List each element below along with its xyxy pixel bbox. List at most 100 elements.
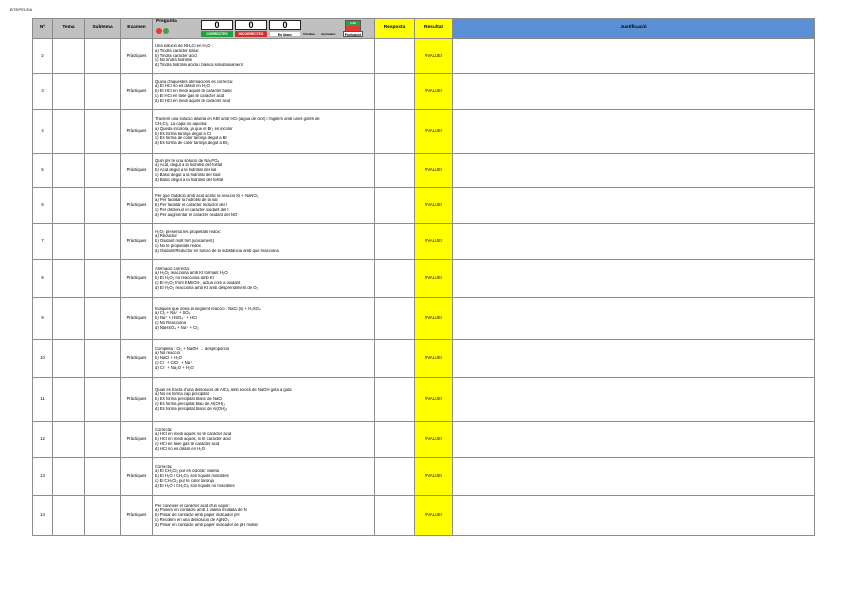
justification-cell[interactable] — [452, 223, 815, 260]
row-number: 8 — [32, 259, 53, 298]
sheet-label: BTEPELEA — [10, 7, 33, 12]
approved-label: Aprovades — [321, 32, 336, 36]
header-examen: Examen — [120, 18, 153, 39]
subtema-cell[interactable] — [84, 109, 121, 154]
result-cell: #VALUE! — [414, 187, 453, 224]
table-row: 14 Pràctiques Per conèixer el caràcter àci… — [32, 495, 815, 536]
subtema-cell[interactable] — [84, 223, 121, 260]
question-cell: Quina d'aquestes afirmacions és correcta… — [152, 73, 375, 110]
tema-cell[interactable] — [52, 457, 85, 496]
answer-input-cell[interactable] — [374, 377, 415, 422]
exam-cell: Pràctiques — [120, 109, 153, 154]
answer-option: d) El H₂O i CH₂Cl₂ són líquids no miscib… — [155, 483, 235, 488]
tema-cell[interactable] — [52, 259, 85, 298]
table-row: 3 Pràctiques Quina d'aquestes afirmacions … — [32, 73, 815, 110]
answer-input-cell[interactable] — [374, 187, 415, 224]
justification-cell[interactable] — [452, 38, 815, 74]
exam-cell: Pràctiques — [120, 73, 153, 110]
row-number: 14 — [32, 495, 53, 536]
justification-cell[interactable] — [452, 297, 815, 340]
table-row: 9 Pràctiques Indiques que dona la següent … — [32, 297, 815, 340]
tema-cell[interactable] — [52, 421, 85, 458]
answer-input-cell[interactable] — [374, 73, 415, 110]
header-justificacio: Justificació — [452, 18, 815, 39]
justification-cell[interactable] — [452, 339, 815, 378]
red-circle-icon[interactable] — [156, 28, 162, 34]
tema-cell[interactable] — [52, 73, 85, 110]
subtema-cell[interactable] — [84, 457, 121, 496]
answer-input-cell[interactable] — [374, 153, 415, 188]
tema-cell[interactable] — [52, 339, 85, 378]
justification-cell[interactable] — [452, 377, 815, 422]
tema-cell[interactable] — [52, 153, 85, 188]
result-cell: #VALUE! — [414, 259, 453, 298]
blank-label: En blanc — [269, 31, 301, 37]
subtema-cell[interactable] — [84, 153, 121, 188]
question-cell: Una solució de NH₄Cl en H₂O : a) Tindrà c… — [152, 38, 375, 74]
justification-cell[interactable] — [452, 495, 815, 536]
tema-cell[interactable] — [52, 495, 85, 536]
table-row: 4 Pràctiques Tractem una solució diluïda e… — [32, 109, 815, 154]
subtema-cell[interactable] — [84, 187, 121, 224]
subtema-cell[interactable] — [84, 259, 121, 298]
result-cell: #VALUE! — [414, 109, 453, 154]
incorrect-label: INCORRECTES — [235, 31, 267, 37]
header-pregunta: Pregunta 0 CORRECTES 0 INCORRECTES 0 En … — [152, 18, 375, 39]
result-cell: #VALUE! — [414, 495, 453, 536]
subtema-cell[interactable] — [84, 73, 121, 110]
justification-cell[interactable] — [452, 421, 815, 458]
answer-input-cell[interactable] — [374, 457, 415, 496]
tema-cell[interactable] — [52, 38, 85, 74]
result-cell: #VALUE! — [414, 421, 453, 458]
subtema-cell[interactable] — [84, 38, 121, 74]
row-number: 10 — [32, 339, 53, 378]
subtema-cell[interactable] — [84, 421, 121, 458]
answer-option: d) Es forma de color taronja degut a Br₂ — [155, 141, 229, 146]
question-cell: Per conèixer el caràcter àcid d'un vapor… — [152, 495, 375, 536]
subtema-cell[interactable] — [84, 377, 121, 422]
answer-input-cell[interactable] — [374, 421, 415, 458]
answer-option: d) Oxidant/Reductor en funció de la subs… — [155, 248, 279, 253]
tema-cell[interactable] — [52, 223, 85, 260]
answer-input-cell[interactable] — [374, 109, 415, 154]
subtema-cell[interactable] — [84, 495, 121, 536]
subtema-cell[interactable] — [84, 339, 121, 378]
table-row: 13 Pràctiques Correcta: a) El CH₂Cl₂ pur és… — [32, 457, 815, 496]
justification-cell[interactable] — [452, 187, 815, 224]
tema-cell[interactable] — [52, 377, 85, 422]
points-label: Puntuació — [343, 31, 363, 37]
tema-cell[interactable] — [52, 187, 85, 224]
result-cell: #VALUE! — [414, 457, 453, 496]
table-row: 6 Pràctiques Per què l'addició amb àcid ac… — [32, 187, 815, 224]
row-number: 9 — [32, 297, 53, 340]
justification-cell[interactable] — [452, 153, 815, 188]
subtema-cell[interactable] — [84, 297, 121, 340]
row-number: 7 — [32, 223, 53, 260]
answer-input-cell[interactable] — [374, 223, 415, 260]
exam-cell: Pràctiques — [120, 223, 153, 260]
justification-cell[interactable] — [452, 109, 815, 154]
justification-cell[interactable] — [452, 73, 815, 110]
table-row: 10 Pràctiques Completa : Cl₂ + NaOH → desp… — [32, 339, 815, 378]
question-cell: Per què l'addició amb àcid acètic la rea… — [152, 187, 375, 224]
row-number: 6 — [32, 187, 53, 224]
header-row: Nº Tema Subtema Examen Pregunta 0 CORREC… — [32, 18, 815, 39]
answer-input-cell[interactable] — [374, 38, 415, 74]
answer-input-cell[interactable] — [374, 495, 415, 536]
exam-cell: Pràctiques — [120, 153, 153, 188]
tema-cell[interactable] — [52, 109, 85, 154]
answer-option: d) Tindrà hidròlisi àcida i bàsica simul… — [155, 63, 243, 68]
mark-box: 1,00 — [345, 20, 361, 31]
tema-cell[interactable] — [52, 297, 85, 340]
table-row: 12 Pràctiques Correcta: a) HCl en medi aquó… — [32, 421, 815, 458]
answer-option: d) HCl no es dissol en H₂O — [155, 446, 206, 451]
answer-input-cell[interactable] — [374, 297, 415, 340]
green-circle-icon[interactable] — [163, 28, 169, 34]
answer-input-cell[interactable] — [374, 259, 415, 298]
answer-input-cell[interactable] — [374, 339, 415, 378]
justification-cell[interactable] — [452, 457, 815, 496]
result-cell: #VALUE! — [414, 297, 453, 340]
row-number: 11 — [32, 377, 53, 422]
justification-cell[interactable] — [452, 259, 815, 298]
table-row: 8 Pràctiques Afirmació correcta: a) H₂O₂ re… — [32, 259, 815, 298]
